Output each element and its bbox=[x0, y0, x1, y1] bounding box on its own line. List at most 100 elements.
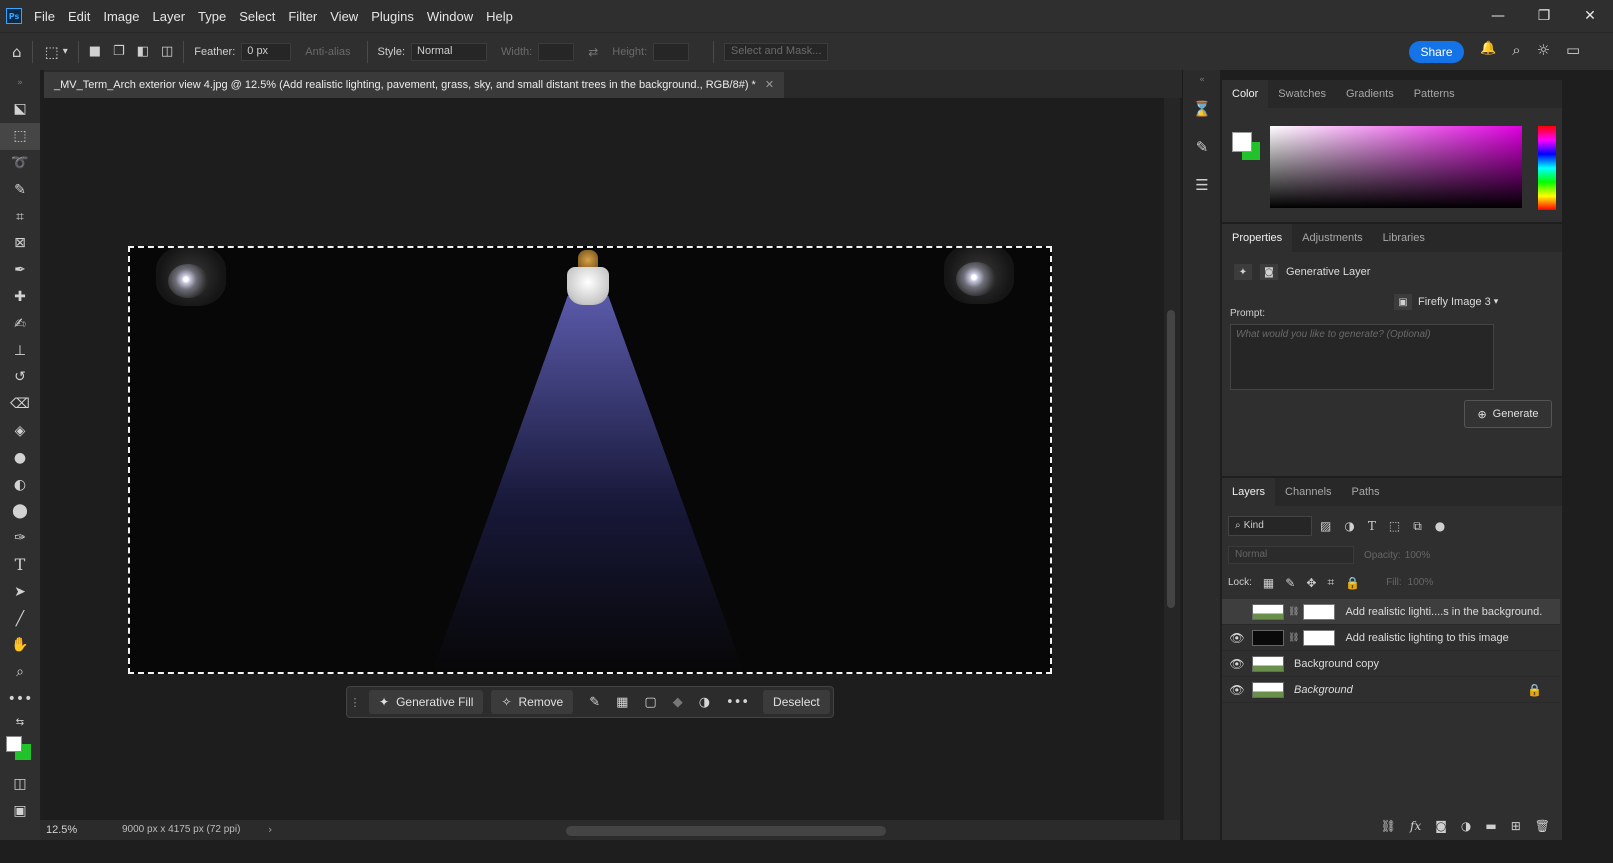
history-panel-icon[interactable]: ⌛ bbox=[1183, 90, 1221, 128]
drag-handle-icon[interactable]: ⋮ bbox=[349, 691, 361, 713]
color-swatches[interactable] bbox=[0, 732, 40, 770]
close-window-button[interactable]: ✕ bbox=[1567, 8, 1613, 24]
layer-mask-thumbnail[interactable] bbox=[1303, 629, 1336, 646]
tab-adjustments[interactable]: Adjustments bbox=[1292, 224, 1373, 252]
tab-layers[interactable]: Layers bbox=[1222, 478, 1276, 506]
new-adjustment-icon[interactable]: ◑ bbox=[1461, 819, 1471, 833]
eyedropper-tool-icon[interactable]: ✒ bbox=[0, 257, 40, 284]
link-layers-icon[interactable]: ⛓ bbox=[1381, 819, 1396, 833]
filter-shape-icon[interactable]: ⬚ bbox=[1389, 519, 1400, 533]
hue-slider[interactable] bbox=[1538, 126, 1556, 210]
bell-icon[interactable]: 🔔 bbox=[1480, 41, 1496, 59]
color-picker-field[interactable] bbox=[1270, 126, 1522, 208]
tab-patterns[interactable]: Patterns bbox=[1404, 80, 1465, 108]
chevron-down-icon[interactable]: ▾ bbox=[63, 46, 68, 57]
height-input[interactable] bbox=[653, 42, 690, 61]
quick-mask-icon[interactable]: ◫ bbox=[0, 770, 40, 797]
paint-bucket-tool-icon[interactable]: ◈ bbox=[0, 418, 40, 445]
layer-row[interactable]: 👁 Background 🔒 bbox=[1222, 677, 1560, 703]
restore-button[interactable]: ❐ bbox=[1521, 8, 1567, 24]
lock-artboard-icon[interactable]: ⌗ bbox=[1327, 575, 1334, 590]
line-tool-icon[interactable]: ╱ bbox=[0, 605, 40, 632]
brushes-panel-icon[interactable]: ✎ bbox=[1183, 128, 1221, 166]
eye-icon[interactable]: 👁 bbox=[1222, 657, 1252, 671]
foreground-color-chip[interactable] bbox=[1232, 132, 1252, 152]
swap-colors-icon[interactable]: ⇆ bbox=[0, 712, 40, 732]
intersect-selection-icon[interactable]: ◫ bbox=[161, 44, 173, 59]
new-layer-icon[interactable]: ⊞ bbox=[1511, 819, 1521, 833]
new-selection-icon[interactable]: ■ bbox=[89, 44, 101, 59]
fill-selection-icon[interactable]: ◆ bbox=[673, 695, 683, 710]
subtract-selection-icon[interactable]: ◧ bbox=[137, 44, 149, 59]
tab-swatches[interactable]: Swatches bbox=[1268, 80, 1336, 108]
history-brush-tool-icon[interactable]: ↺ bbox=[0, 364, 40, 391]
menu-plugins[interactable]: Plugins bbox=[371, 9, 414, 24]
blur-tool-icon[interactable]: ● bbox=[0, 444, 40, 471]
search-icon[interactable]: ⌕ bbox=[1512, 41, 1520, 59]
close-tab-icon[interactable]: ✕ bbox=[765, 79, 774, 91]
more-options-icon[interactable]: ••• bbox=[726, 695, 749, 710]
sponge-tool-icon[interactable]: ⬤ bbox=[0, 498, 40, 525]
link-icon[interactable]: ⛓ bbox=[1288, 607, 1299, 617]
horizontal-scroll-thumb[interactable] bbox=[566, 826, 886, 836]
home-icon[interactable]: ⌂ bbox=[12, 43, 22, 61]
menu-view[interactable]: View bbox=[330, 9, 358, 24]
remove-button[interactable]: ✧ Remove bbox=[491, 690, 574, 714]
tab-properties[interactable]: Properties bbox=[1222, 224, 1293, 252]
adjustment-layer-icon[interactable]: ◑ bbox=[699, 695, 710, 710]
screen-mode-icon[interactable]: ▣ bbox=[0, 797, 40, 824]
layer-mask-thumbnail[interactable] bbox=[1303, 603, 1336, 620]
tab-color[interactable]: Color bbox=[1222, 80, 1269, 108]
hand-tool-icon[interactable]: ✋ bbox=[0, 632, 40, 659]
adjustments-panel-icon[interactable]: ☰ bbox=[1183, 166, 1221, 204]
generate-button[interactable]: ⊕ Generate bbox=[1464, 400, 1552, 428]
filter-adjustment-icon[interactable]: ◑ bbox=[1344, 519, 1354, 533]
lock-transparent-icon[interactable]: ▦ bbox=[1263, 576, 1274, 590]
new-group-icon[interactable]: ▬ bbox=[1485, 819, 1496, 833]
eye-icon[interactable]: 👁 bbox=[1222, 683, 1252, 697]
filter-pixel-icon[interactable]: ▨ bbox=[1320, 519, 1331, 533]
delete-layer-icon[interactable]: 🗑 bbox=[1535, 819, 1550, 833]
lock-all-icon[interactable]: 🔒 bbox=[1345, 576, 1360, 590]
kind-select[interactable]: ⌕ Kind bbox=[1228, 516, 1312, 536]
menu-help[interactable]: Help bbox=[486, 9, 513, 24]
create-mask-icon[interactable]: ▦ bbox=[616, 695, 628, 710]
discover-icon[interactable]: ☼ bbox=[1537, 41, 1550, 59]
layer-row[interactable]: 👁 Background copy bbox=[1222, 651, 1560, 677]
lock-position-icon[interactable]: ✥ bbox=[1306, 576, 1316, 590]
object-selection-tool-icon[interactable]: ✎ bbox=[0, 176, 40, 203]
eraser-tool-icon[interactable]: ⌫ bbox=[0, 391, 40, 418]
opacity-value[interactable]: 100% bbox=[1405, 550, 1431, 561]
filter-type-icon[interactable]: T bbox=[1368, 519, 1376, 533]
tab-paths[interactable]: Paths bbox=[1342, 478, 1390, 506]
select-and-mask-button[interactable]: Select and Mask... bbox=[724, 42, 829, 61]
zoom-tool-icon[interactable]: ⌕ bbox=[0, 659, 40, 686]
minimize-button[interactable]: — bbox=[1475, 8, 1521, 24]
menu-file[interactable]: File bbox=[34, 9, 55, 24]
menu-filter[interactable]: Filter bbox=[288, 9, 317, 24]
dodge-tool-icon[interactable]: ◐ bbox=[0, 471, 40, 498]
foreground-color-swatch[interactable] bbox=[6, 736, 22, 753]
layer-row[interactable]: ⛓ Add realistic lighti....s in the backg… bbox=[1222, 599, 1560, 625]
generative-fill-button[interactable]: ✦ Generative Fill bbox=[369, 690, 484, 714]
menu-window[interactable]: Window bbox=[427, 9, 473, 24]
clone-stamp-tool-icon[interactable]: ⊥ bbox=[0, 337, 40, 364]
workspace-icon[interactable]: ▭ bbox=[1566, 41, 1580, 59]
lock-image-icon[interactable]: ✎ bbox=[1285, 576, 1295, 590]
menu-type[interactable]: Type bbox=[198, 9, 226, 24]
fill-value[interactable]: 100% bbox=[1408, 577, 1434, 588]
deselect-button[interactable]: Deselect bbox=[763, 690, 830, 714]
tab-gradients[interactable]: Gradients bbox=[1336, 80, 1404, 108]
menu-image[interactable]: Image bbox=[103, 9, 139, 24]
frame-tool-icon[interactable]: ⊠ bbox=[0, 230, 40, 257]
healing-brush-tool-icon[interactable]: ✚ bbox=[0, 284, 40, 311]
marquee-tool-preset-icon[interactable]: ⬚ bbox=[45, 43, 59, 61]
crop-tool-icon[interactable]: ⌗ bbox=[0, 203, 40, 230]
artboard-tool-icon[interactable]: ⬕ bbox=[0, 96, 40, 123]
menu-layer[interactable]: Layer bbox=[153, 9, 186, 24]
eye-icon[interactable]: 👁 bbox=[1222, 631, 1252, 645]
tab-libraries[interactable]: Libraries bbox=[1373, 224, 1435, 252]
tab-channels[interactable]: Channels bbox=[1275, 478, 1341, 506]
fx-icon[interactable]: fx bbox=[1410, 819, 1421, 833]
brush-tool-icon[interactable]: ✍ bbox=[0, 310, 40, 337]
